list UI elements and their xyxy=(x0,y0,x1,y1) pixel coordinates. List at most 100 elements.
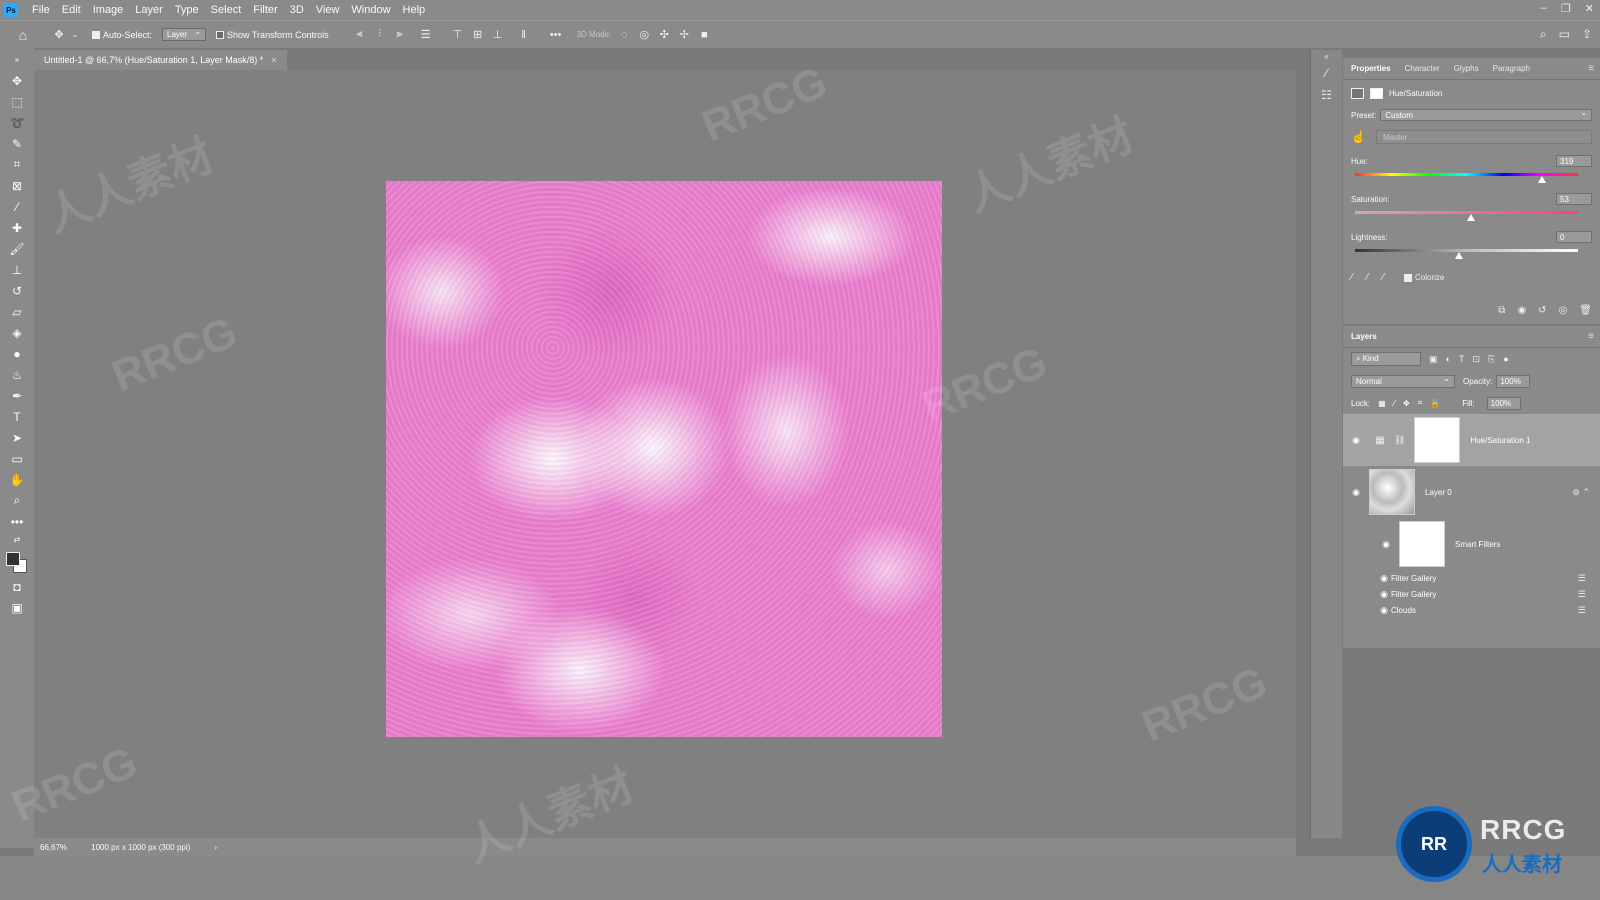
home-icon[interactable]: ⌂ xyxy=(16,27,30,43)
mask-icon[interactable] xyxy=(1370,87,1383,99)
hue-value-field[interactable]: 319 xyxy=(1556,155,1592,167)
show-transform-checkbox[interactable]: Show Transform Controls xyxy=(216,30,329,40)
opacity-field[interactable]: 100% xyxy=(1496,374,1531,388)
close-tab-icon[interactable]: × xyxy=(271,55,276,65)
lightness-value-field[interactable]: 0 xyxy=(1556,231,1592,243)
lasso-tool-icon[interactable]: ➰ xyxy=(0,112,34,133)
lock-all-icon[interactable]: 🔒 xyxy=(1430,399,1440,408)
adjustments-icon[interactable]: ☷ xyxy=(1311,84,1342,106)
menu-type[interactable]: Type xyxy=(169,4,205,16)
colorize-checkbox[interactable]: Colorize xyxy=(1404,273,1444,282)
adjustment-filter-icon[interactable]: ◐ xyxy=(1446,354,1451,364)
layer-row-layer-0[interactable]: ◉ Layer 0 ⊚ ⌃ xyxy=(1343,466,1600,518)
smart-filter-mask-thumbnail[interactable] xyxy=(1399,521,1445,567)
align-right-icon[interactable]: ⫸ xyxy=(393,28,407,41)
checkbox-icon[interactable] xyxy=(216,30,225,39)
filter-name[interactable]: Filter Gallery xyxy=(1391,590,1436,599)
clip-to-layer-icon[interactable]: ⧉ xyxy=(1498,305,1505,316)
lock-artboard-icon[interactable]: ⌗ xyxy=(1418,398,1423,408)
history-brush-icon[interactable]: ↺ xyxy=(0,280,34,301)
kind-dropdown[interactable]: ⌕ Kind xyxy=(1351,352,1421,366)
eye-icon[interactable]: ◉ xyxy=(1377,589,1391,600)
menu-layer[interactable]: Layer xyxy=(129,4,169,16)
restore-icon[interactable]: ❐ xyxy=(1561,2,1571,15)
tab-properties[interactable]: Properties xyxy=(1351,64,1391,73)
menu-view[interactable]: View xyxy=(310,4,346,16)
lock-position-icon[interactable]: ✥ xyxy=(1403,399,1410,408)
delete-icon[interactable]: 🗑 xyxy=(1579,305,1592,316)
smart-filters-row[interactable]: ◉ Smart Filters xyxy=(1343,518,1600,570)
more-options-icon[interactable]: ••• xyxy=(549,29,563,41)
color-swatches[interactable] xyxy=(0,546,34,576)
menu-edit[interactable]: Edit xyxy=(56,4,87,16)
document-tab[interactable]: Untitled-1 @ 66,7% (Hue/Saturation 1, La… xyxy=(34,50,287,70)
menu-filter[interactable]: Filter xyxy=(247,4,283,16)
path-select-icon[interactable]: ➤ xyxy=(0,427,34,448)
shape-filter-icon[interactable]: ⊡ xyxy=(1472,354,1480,365)
menu-image[interactable]: Image xyxy=(87,4,130,16)
layer-name[interactable]: Layer 0 xyxy=(1425,488,1452,497)
hue-slider-knob[interactable] xyxy=(1538,176,1547,183)
filter-options-icon[interactable]: ☰ xyxy=(1578,605,1586,616)
eyedropper-plus-icon[interactable]: ⁄ xyxy=(1367,272,1369,283)
blur-tool-icon[interactable]: ● xyxy=(0,343,34,364)
pan-3d-icon[interactable]: ✣ xyxy=(657,29,671,41)
menu-file[interactable]: File xyxy=(26,4,56,16)
document-canvas-image[interactable] xyxy=(386,181,942,737)
distribute-icon[interactable]: ☰ xyxy=(419,29,433,41)
link-icon[interactable]: ⛓ xyxy=(1394,435,1405,446)
share-icon[interactable]: ⇪ xyxy=(1582,27,1592,42)
move-tool-icon[interactable]: ✥ xyxy=(52,29,66,41)
blend-mode-dropdown[interactable]: Normal xyxy=(1351,374,1455,388)
healing-tool-icon[interactable]: ✚ xyxy=(0,217,34,238)
checkbox-icon[interactable] xyxy=(1404,273,1413,282)
marquee-tool-icon[interactable]: ⬚ xyxy=(0,91,34,112)
pen-tool-icon[interactable]: ✒ xyxy=(0,385,34,406)
type-tool-icon[interactable]: T xyxy=(0,406,34,427)
paint-bucket-icon[interactable]: ◈ xyxy=(0,322,34,343)
eyedropper-minus-icon[interactable]: ⁄ xyxy=(1382,272,1384,283)
swap-colors-icon[interactable]: ⇄ xyxy=(0,532,34,546)
crop-tool-icon[interactable]: ⌗ xyxy=(0,154,34,175)
filter-options-icon[interactable]: ☰ xyxy=(1578,573,1586,584)
channel-dropdown[interactable]: Master xyxy=(1375,130,1592,144)
zoom-level[interactable]: 66,67% xyxy=(40,843,67,852)
saturation-slider-knob[interactable] xyxy=(1466,214,1475,221)
filter-toggle-icon[interactable]: ● xyxy=(1503,354,1508,364)
menu-window[interactable]: Window xyxy=(345,4,396,16)
rectangle-tool-icon[interactable]: ▭ xyxy=(0,448,34,469)
orbit-3d-icon[interactable]: ◌ xyxy=(617,29,631,41)
layer-mask-thumbnail[interactable] xyxy=(1414,417,1461,463)
eye-icon[interactable]: ◉ xyxy=(1377,573,1391,584)
filter-name[interactable]: Filter Gallery xyxy=(1391,574,1436,583)
status-arrow-icon[interactable]: › xyxy=(214,843,217,852)
filter-row[interactable]: ◉ Filter Gallery ☰ xyxy=(1343,586,1600,602)
panel-menu-icon[interactable]: ≡ xyxy=(1588,331,1594,342)
eyedropper-tool-icon[interactable]: ⁄ xyxy=(0,196,34,217)
more-tools-icon[interactable]: ••• xyxy=(0,511,34,532)
workspace-icon[interactable]: ▭ xyxy=(1559,27,1570,42)
lightness-track[interactable] xyxy=(1355,249,1578,252)
reset-icon[interactable]: ↺ xyxy=(1538,305,1546,316)
eraser-tool-icon[interactable]: ▱ xyxy=(0,301,34,322)
foreground-color[interactable] xyxy=(6,552,20,566)
tab-layers[interactable]: Layers xyxy=(1351,332,1377,341)
visibility-icon[interactable]: ◎ xyxy=(1559,305,1568,316)
auto-select-target-dropdown[interactable]: Layer xyxy=(162,27,207,41)
layer-row-hue-saturation[interactable]: ◉ ▦ ⛓ Hue/Saturation 1 xyxy=(1343,414,1600,466)
align-center-icon[interactable]: ⫶ xyxy=(373,28,387,41)
eyedropper-icon[interactable]: ⁄ xyxy=(1351,272,1353,283)
quick-select-tool-icon[interactable]: ✎ xyxy=(0,133,34,154)
search-icon[interactable]: ⌕ xyxy=(1540,27,1547,42)
checkbox-icon[interactable] xyxy=(92,30,100,39)
panel-menu-icon[interactable]: ≡ xyxy=(1588,63,1594,74)
align-left-icon[interactable]: ⫷ xyxy=(353,28,367,41)
close-icon[interactable]: ✕ xyxy=(1585,2,1594,15)
type-filter-icon[interactable]: T xyxy=(1459,354,1465,364)
filter-row[interactable]: ◉ Clouds ☰ xyxy=(1343,602,1600,618)
ps-logo-icon[interactable]: Ps xyxy=(4,3,18,17)
move-tool-icon[interactable]: ✥ xyxy=(0,70,34,91)
lock-paint-icon[interactable]: ⁄ xyxy=(1394,399,1395,408)
hand-tool-icon[interactable]: ✋ xyxy=(0,469,34,490)
layer-name[interactable]: Hue/Saturation 1 xyxy=(1470,436,1530,445)
